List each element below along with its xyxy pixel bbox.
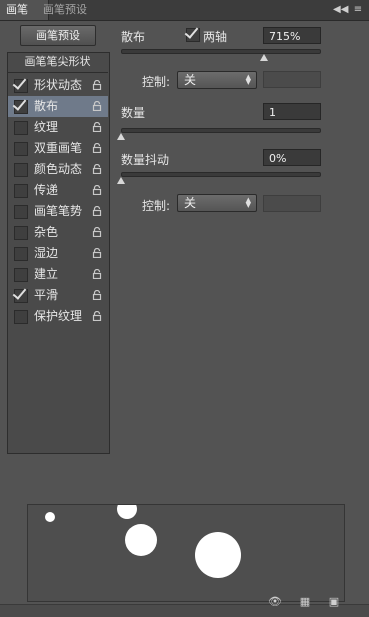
lock-icon[interactable] (92, 310, 102, 322)
brush-tip-shape-item[interactable]: 画笔笔尖形状 (7, 52, 108, 73)
list-item[interactable]: 传递 (8, 180, 108, 201)
tab-brush-presets[interactable]: 画笔预设 (37, 0, 93, 20)
setting-checkbox[interactable] (14, 226, 28, 240)
lock-icon[interactable] (92, 79, 102, 91)
count-jitter-label: 数量抖动 (121, 153, 170, 167)
panel-footer (0, 604, 369, 617)
count-value-field[interactable]: 1 (263, 103, 321, 120)
grid-icon[interactable]: ▦ (298, 596, 312, 608)
count-jitter-control-value: 关 (184, 196, 197, 210)
count-jitter-control-select[interactable]: 关 ▲ ▼ (177, 194, 257, 212)
count-slider-track[interactable] (121, 128, 321, 133)
setting-label: 纹理 (34, 120, 59, 134)
setting-checkbox[interactable] (14, 247, 28, 261)
scatter-control-field (263, 71, 321, 88)
count-label: 数量 (121, 106, 146, 120)
toggle-live-tip-icon[interactable]: 👁 (268, 596, 282, 608)
list-item[interactable]: 湿边 (8, 243, 108, 264)
new-preset-icon[interactable]: ▣ (327, 596, 341, 608)
setting-checkbox[interactable] (14, 310, 28, 324)
lock-icon[interactable] (92, 100, 102, 112)
preview-dab (117, 505, 137, 519)
list-item[interactable]: 杂色 (8, 222, 108, 243)
lock-icon[interactable] (92, 184, 102, 196)
list-item[interactable]: 保护纹理 (8, 306, 108, 327)
list-item[interactable]: 平滑 (8, 285, 108, 306)
lock-icon[interactable] (92, 205, 102, 217)
preview-dab (45, 512, 55, 522)
setting-checkbox[interactable] (14, 163, 28, 177)
setting-label: 杂色 (34, 225, 59, 239)
count-jitter-control-label: 控制: (142, 199, 171, 213)
both-axes-checkbox[interactable] (186, 28, 200, 42)
chevron-updown-icon: ▲ ▼ (245, 73, 251, 86)
setting-checkbox[interactable] (14, 268, 28, 282)
lock-icon[interactable] (92, 247, 102, 259)
both-axes-label: 两轴 (203, 30, 228, 44)
setting-label: 保护纹理 (34, 309, 83, 323)
chevron-updown-icon: ▲ ▼ (245, 196, 251, 209)
scatter-control-label: 控制: (142, 75, 171, 89)
panel-menu-icon[interactable]: ≡ (351, 3, 365, 17)
brush-stroke-preview (27, 504, 345, 602)
setting-label: 建立 (34, 267, 59, 281)
setting-label: 双重画笔 (34, 141, 83, 155)
list-item[interactable]: 形状动态 (8, 75, 108, 96)
list-item[interactable]: 建立 (8, 264, 108, 285)
count-jitter-slider-thumb[interactable] (117, 177, 125, 184)
count-jitter-slider-track[interactable] (121, 172, 321, 177)
setting-checkbox[interactable] (14, 142, 28, 156)
double-chevron-left-icon[interactable]: ◀◀ (333, 3, 348, 17)
brush-presets-button[interactable]: 画笔预设 (20, 25, 96, 46)
list-item[interactable]: 画笔笔势 (8, 201, 108, 222)
preview-dab (195, 532, 241, 578)
setting-label: 画笔笔势 (34, 204, 83, 218)
setting-label: 湿边 (34, 246, 59, 260)
setting-label: 传递 (34, 183, 59, 197)
scatter-control-select[interactable]: 关 ▲ ▼ (177, 71, 257, 89)
count-slider-thumb[interactable] (117, 133, 125, 140)
scatter-value-field[interactable]: 715% (263, 27, 321, 44)
setting-checkbox[interactable] (14, 289, 28, 303)
preview-dab (125, 524, 157, 556)
scatter-slider-thumb[interactable] (260, 54, 268, 61)
list-item[interactable]: 双重画笔 (8, 138, 108, 159)
scatter-slider-track[interactable] (121, 49, 321, 54)
setting-checkbox[interactable] (14, 79, 28, 93)
setting-checkbox[interactable] (14, 100, 28, 114)
setting-label: 颜色动态 (34, 162, 83, 176)
list-item[interactable]: 颜色动态 (8, 159, 108, 180)
lock-icon[interactable] (92, 289, 102, 301)
lock-icon[interactable] (92, 268, 102, 280)
setting-label: 平滑 (34, 288, 59, 302)
setting-label: 形状动态 (34, 78, 83, 92)
lock-icon[interactable] (92, 142, 102, 154)
scatter-label: 散布 (121, 30, 146, 44)
setting-checkbox[interactable] (14, 205, 28, 219)
list-item[interactable]: 纹理 (8, 117, 108, 138)
setting-checkbox[interactable] (14, 121, 28, 135)
lock-icon[interactable] (92, 121, 102, 133)
setting-label: 散布 (34, 99, 59, 113)
scatter-control-value: 关 (184, 73, 197, 87)
lock-icon[interactable] (92, 163, 102, 175)
count-jitter-value-field[interactable]: 0% (263, 149, 321, 166)
count-jitter-control-field (263, 195, 321, 212)
setting-checkbox[interactable] (14, 184, 28, 198)
lock-icon[interactable] (92, 226, 102, 238)
list-item[interactable]: 散布 (8, 96, 108, 117)
